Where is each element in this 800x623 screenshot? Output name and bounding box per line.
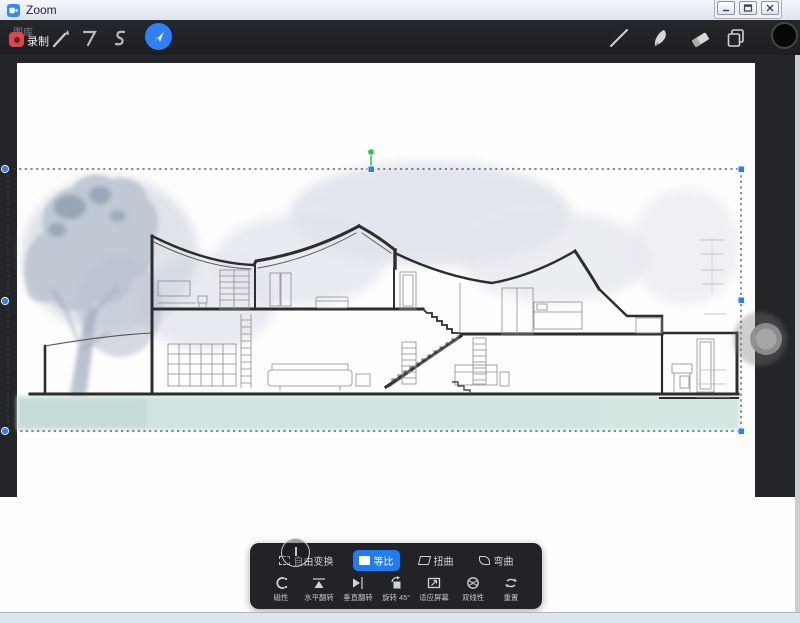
brush-tool-icon[interactable] xyxy=(649,26,673,50)
handle-left-middle[interactable] xyxy=(1,297,8,304)
warp-icon xyxy=(479,556,490,565)
pen-tool-icon[interactable] xyxy=(50,27,72,49)
handle-top-left[interactable] xyxy=(1,165,8,172)
maximize-button[interactable] xyxy=(739,1,757,15)
handle-bottom-left[interactable] xyxy=(1,427,8,434)
zoom-logo-icon xyxy=(7,4,20,17)
shared-screen-content: 自由变换 等比 扭曲 弯曲 xyxy=(0,55,800,623)
flip-vertical-icon xyxy=(351,576,365,590)
handle-top-center[interactable] xyxy=(368,166,375,173)
uniform-scale-icon xyxy=(359,556,370,565)
mode-uniform-scale[interactable]: 等比 xyxy=(353,550,400,571)
distort-icon xyxy=(417,556,430,565)
eraser-tool-icon[interactable] xyxy=(688,27,712,51)
close-button[interactable] xyxy=(761,1,779,15)
side-grab-handle[interactable] xyxy=(733,312,787,366)
mode-warp[interactable]: 弯曲 xyxy=(473,550,520,571)
mode-label: 弯曲 xyxy=(494,553,514,568)
window-bottom-frame xyxy=(0,612,800,623)
action-fit-screen[interactable]: 适应屏幕 xyxy=(415,576,453,603)
rotate-45-icon xyxy=(389,576,403,590)
architecture-sketch xyxy=(0,55,800,623)
line-tool-icon[interactable] xyxy=(607,26,631,50)
record-label[interactable]: 录制 xyxy=(27,33,49,49)
smooth-tool-icon[interactable] xyxy=(110,28,130,48)
water-wash xyxy=(17,396,740,430)
action-flip-horizontal[interactable]: 水平翻转 xyxy=(300,576,338,603)
mode-label: 等比 xyxy=(374,553,394,568)
mode-distort[interactable]: 扭曲 xyxy=(413,550,460,571)
window-controls xyxy=(714,0,782,19)
titlebar: Zoom xyxy=(0,0,800,21)
pages-tool-icon[interactable] xyxy=(724,26,748,50)
record-icon[interactable] xyxy=(9,32,24,47)
flip-horizontal-icon xyxy=(312,576,326,590)
watercolor-washes xyxy=(17,162,740,430)
pointer-arrow-icon xyxy=(151,29,166,44)
draw-tool-icon[interactable] xyxy=(80,28,100,48)
mode-label: 扭曲 xyxy=(434,553,454,568)
bilinear-icon xyxy=(466,576,480,590)
window-title: Zoom xyxy=(26,3,57,17)
zoom-window: Zoom 图库 录制 xyxy=(0,0,800,623)
fit-screen-icon xyxy=(427,576,441,590)
handle-right-middle[interactable] xyxy=(738,297,745,304)
rotate-handle[interactable] xyxy=(368,149,374,155)
handle-bottom-right[interactable] xyxy=(738,428,745,435)
transform-actions: 磁性 水平翻转 垂直翻转 xyxy=(250,574,542,603)
action-flip-vertical[interactable]: 垂直翻转 xyxy=(339,576,377,603)
handle-top-right[interactable] xyxy=(738,166,745,173)
action-rotate-45[interactable]: 旋转 45° xyxy=(377,576,415,603)
action-magnetic[interactable]: 磁性 xyxy=(262,576,300,603)
touch-indicator xyxy=(281,538,310,567)
magnet-icon xyxy=(274,576,288,590)
annotation-toolbar: 图库 录制 xyxy=(0,20,800,55)
action-bilinear[interactable]: 双线性 xyxy=(454,576,492,603)
reset-icon xyxy=(504,576,518,590)
pointer-tool-button[interactable] xyxy=(145,23,172,50)
minimize-button[interactable] xyxy=(717,1,735,15)
action-reset[interactable]: 重置 xyxy=(492,576,530,603)
color-swatch[interactable] xyxy=(771,22,798,49)
